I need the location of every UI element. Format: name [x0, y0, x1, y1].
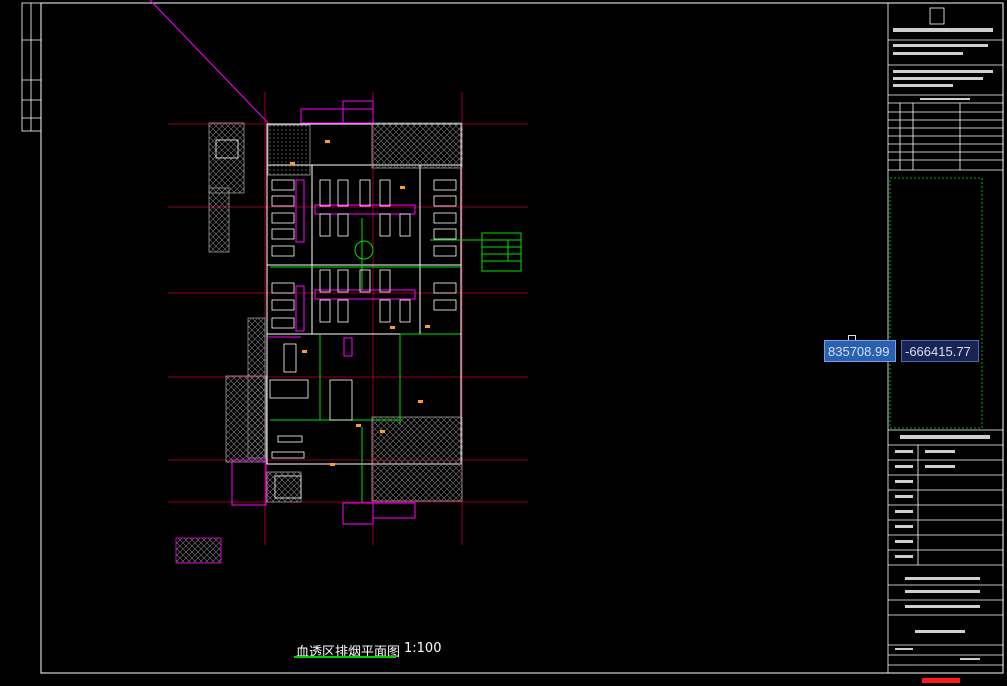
drawing-scale: 1:100 [404, 641, 442, 656]
red-marker [922, 678, 960, 683]
leader-line [149, 0, 271, 126]
left-binding-strip [21, 2, 42, 132]
title-underline [294, 656, 396, 658]
coordinate-y-readout[interactable]: -666415.77 [901, 340, 979, 362]
title-block [887, 2, 1004, 674]
sheet-border [40, 2, 1004, 674]
coordinate-x-readout[interactable]: 835708.99 [824, 340, 896, 362]
hatched-areas [175, 122, 463, 564]
